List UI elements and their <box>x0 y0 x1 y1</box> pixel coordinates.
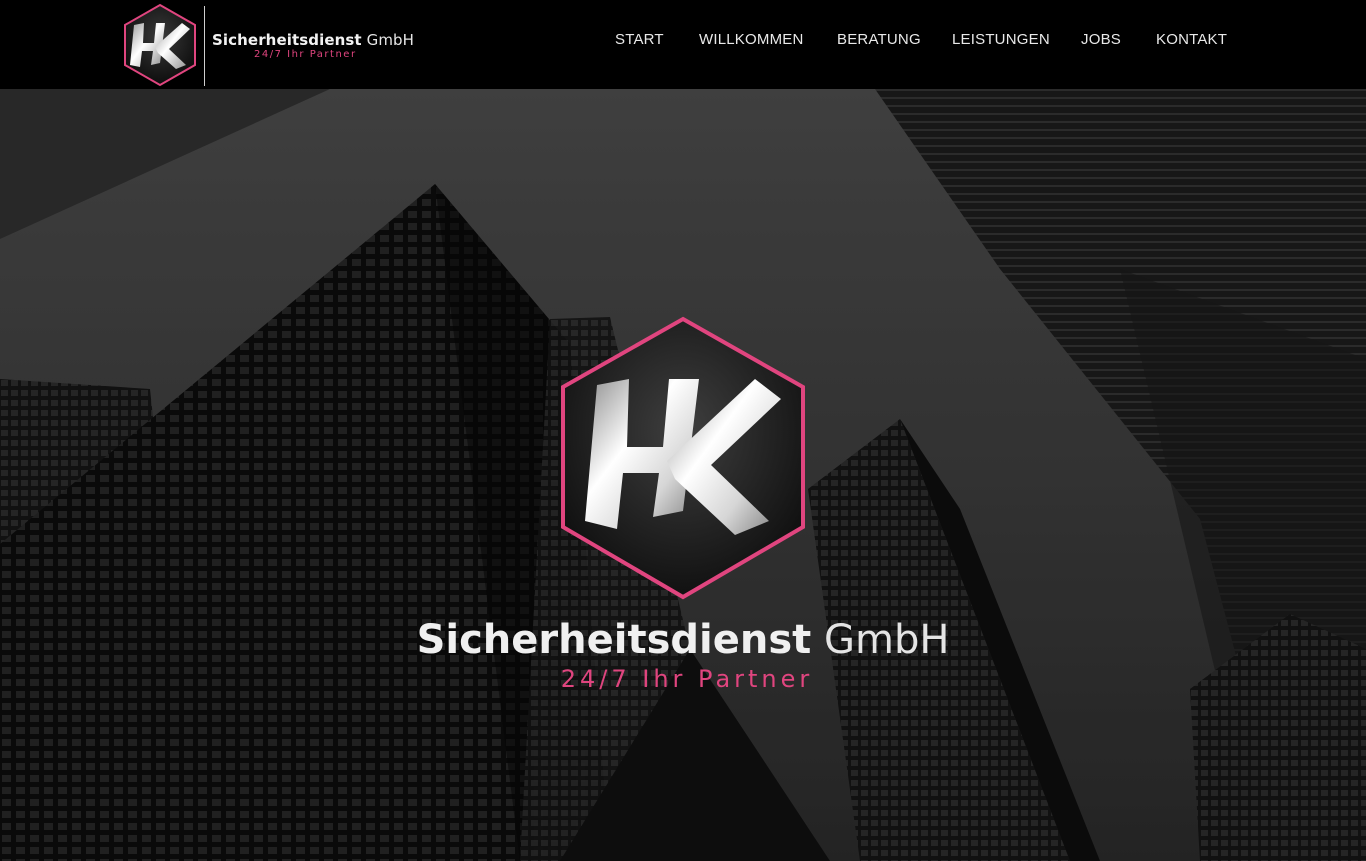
hero-hk-logo-icon <box>561 316 805 600</box>
nav-leistungen[interactable]: LEISTUNGEN <box>952 31 1050 48</box>
site-header: Sicherheitsdienst GmbH 24/7 Ihr Partner … <box>0 0 1366 89</box>
hero-title: Sicherheitsdienst GmbH <box>416 617 950 663</box>
hero-tagline: 24/7 Ihr Partner <box>560 665 814 693</box>
nav-beratung[interactable]: BERATUNG <box>837 31 921 48</box>
nav-kontakt[interactable]: KONTAKT <box>1156 31 1227 48</box>
nav-jobs[interactable]: JOBS <box>1081 31 1121 48</box>
nav-start[interactable]: START <box>615 31 664 48</box>
nav-willkommen[interactable]: WILLKOMMEN <box>699 31 804 48</box>
hero-section: Sicherheitsdienst GmbH 24/7 Ihr Partner <box>0 89 1366 861</box>
main-navigation: START WILLKOMMEN BERATUNG LEISTUNGEN JOB… <box>0 31 1366 55</box>
